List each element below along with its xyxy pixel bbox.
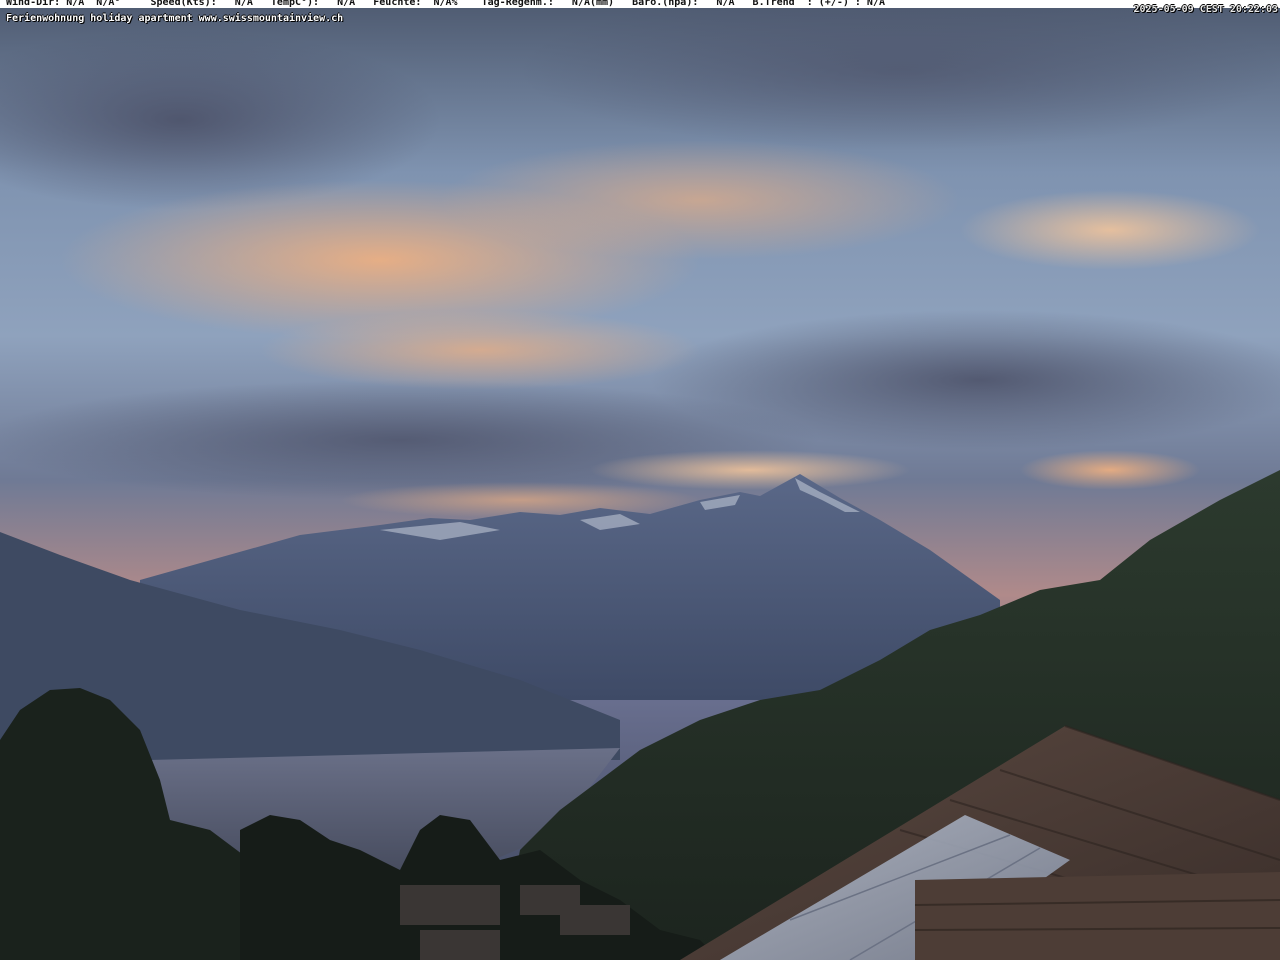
clouds (0, 0, 1280, 518)
webcam-landscape-image (0, 0, 1280, 960)
capture-timestamp: 2025-05-09 CEST 20:22:03 (1133, 4, 1279, 15)
lower-roof (915, 872, 1280, 960)
weather-readout: Wind-Dir: N/A N/A° Speed(Kts): N/A TempC… (6, 0, 885, 8)
webcam-frame: Wind-Dir: N/A N/A° Speed(Kts): N/A TempC… (0, 0, 1280, 960)
webcam-caption: Ferienwohnung holiday apartment www.swis… (6, 13, 344, 24)
